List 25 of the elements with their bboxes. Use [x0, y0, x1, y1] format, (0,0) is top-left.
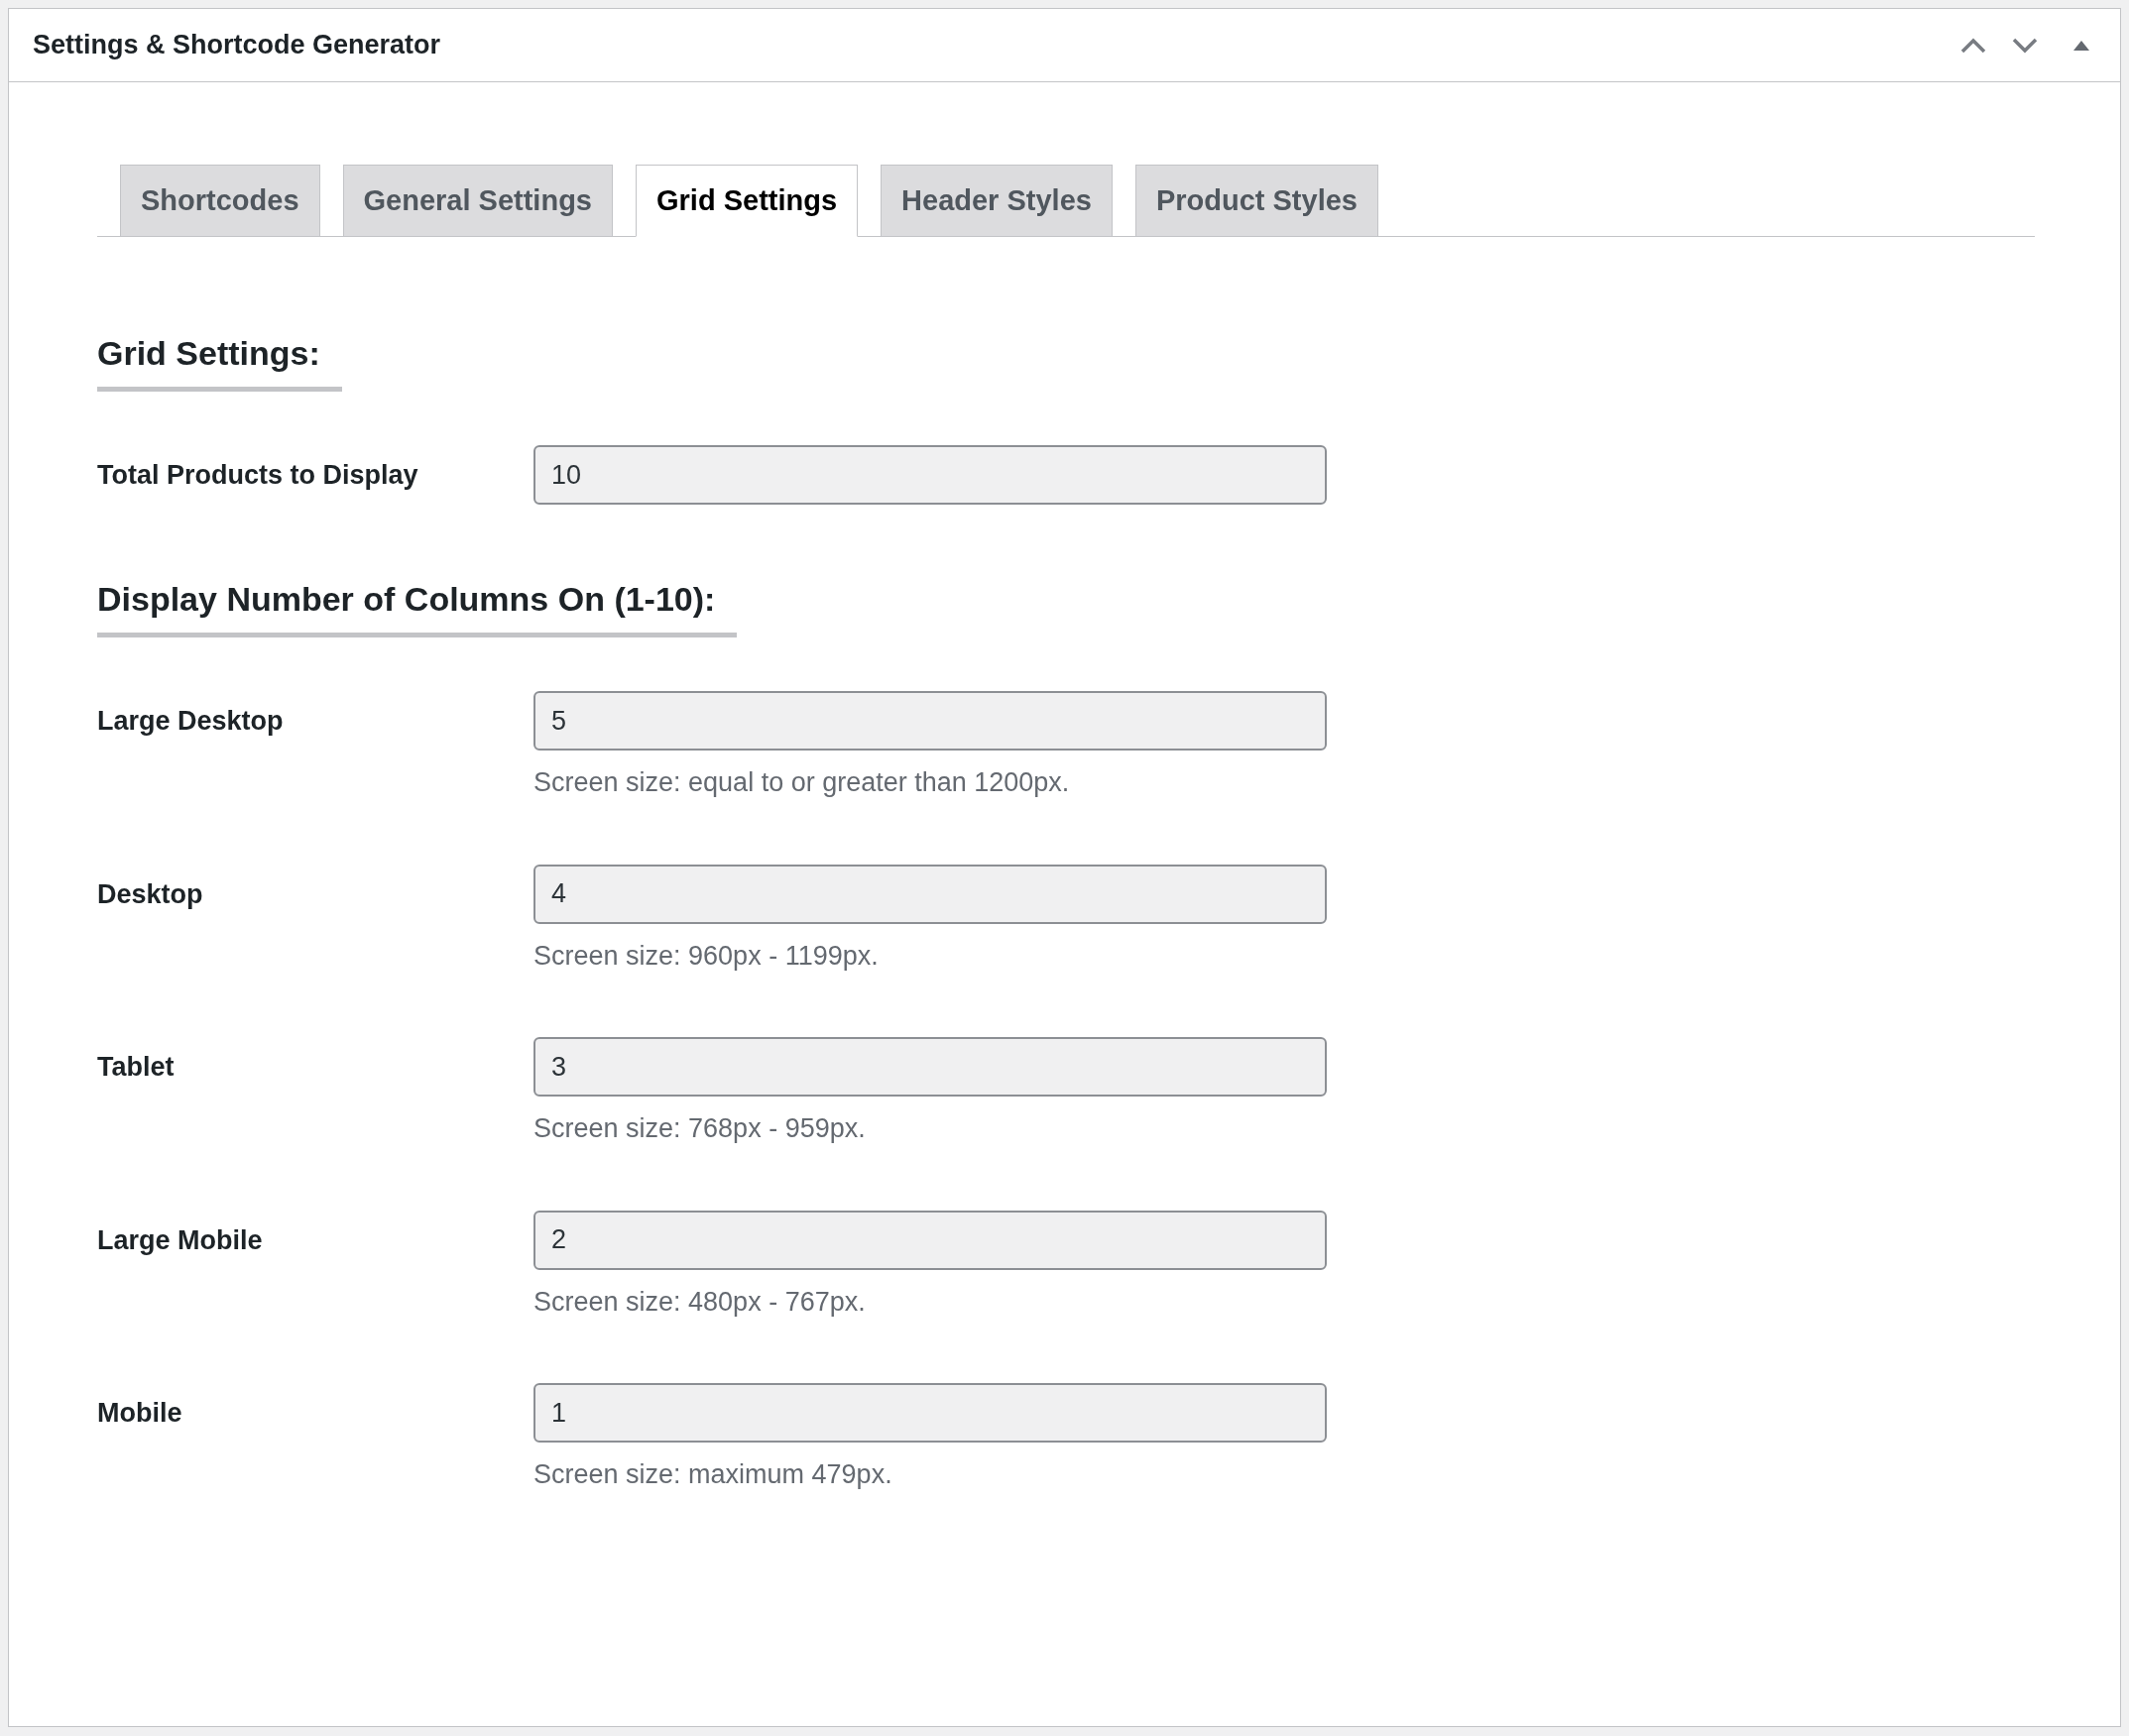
tab[interactable]: Shortcodes	[120, 165, 320, 236]
field-label: Total Products to Display	[97, 459, 419, 492]
field-hint: Screen size: 960px - 1199px.	[533, 939, 880, 973]
field-label: Tablet	[97, 1051, 176, 1084]
field-hint: Screen size: 480px - 767px.	[533, 1285, 867, 1319]
field-hint: Screen size: equal to or greater than 1200px.	[533, 766, 1071, 799]
number-input[interactable]: 4	[533, 864, 1327, 924]
field-label: Desktop	[97, 877, 204, 911]
number-input[interactable]: 1	[533, 1383, 1327, 1443]
tab[interactable]: Product Styles	[1134, 165, 1378, 236]
number-input[interactable]: 10	[533, 445, 1327, 505]
field-hint: Screen size: maximum 479px.	[533, 1458, 893, 1491]
tab[interactable]: Grid Settings	[636, 165, 859, 237]
panel-title: Settings & Shortcode Generator	[33, 29, 442, 62]
field-label: Large Desktop	[97, 705, 285, 738]
number-input[interactable]: 3	[533, 1037, 1327, 1097]
field-label: Large Mobile	[97, 1223, 264, 1257]
section-heading: Grid Settings:	[97, 328, 342, 392]
field-hint: Screen size: 768px - 959px.	[533, 1112, 867, 1145]
number-input[interactable]: 5	[533, 691, 1327, 751]
tab[interactable]: General Settings	[342, 165, 613, 236]
number-input[interactable]: 2	[533, 1210, 1327, 1270]
field-label: Mobile	[97, 1397, 183, 1430]
section-heading: Display Number of Columns On (1-10):	[97, 574, 738, 637]
tab[interactable]: Header Styles	[881, 165, 1113, 236]
